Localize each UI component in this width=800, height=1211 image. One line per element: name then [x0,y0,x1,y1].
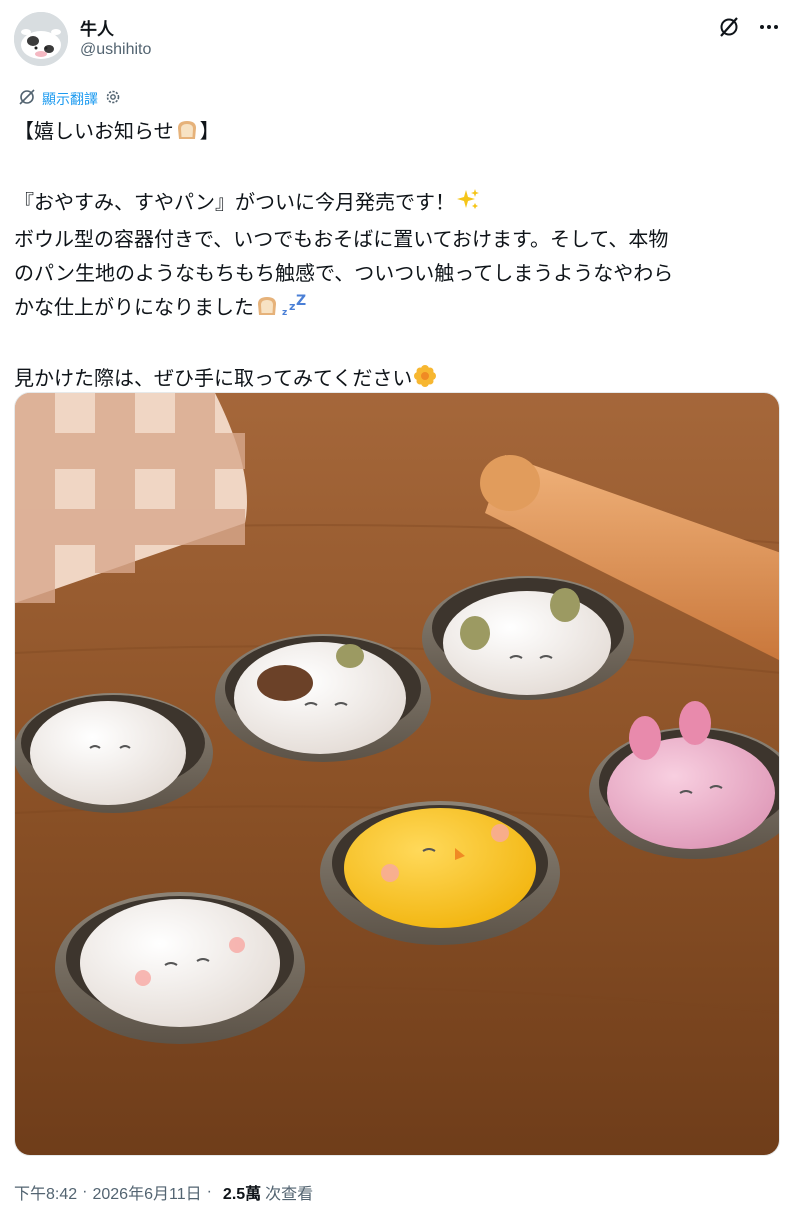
tweet-line-1: 【嬉しいお知らせ】 [14,114,784,151]
author-display-name[interactable]: 牛人 [80,15,114,40]
tweet-line-2: 『おやすみ、すやパン』がついに今月発売です！ [14,185,784,222]
author-avatar[interactable] [14,12,68,66]
grok-slash-icon[interactable] [716,14,742,40]
translate-row: 顯示翻譯 [18,88,122,110]
tweet-line-4: のパン生地のようなもちもち触感で、ついつい触ってしまうようなやわら [14,261,674,285]
more-dots-icon[interactable] [756,14,782,40]
sparkles-emoji [456,188,480,222]
gear-icon[interactable] [104,88,122,110]
tweet-photo[interactable] [14,392,780,1156]
cow-avatar-icon [14,12,68,66]
meta-separator: · [82,1183,88,1200]
view-count-label: 次查看 [265,1186,314,1203]
svg-text:z: z [282,308,287,317]
tweet-line-5: かな仕上がりになりました z z Z [14,290,784,327]
tweet-line-3: ボウル型の容器付きで、いつでもおそばに置いておけます。そして、本物 [14,227,669,251]
svg-text:Z: Z [296,293,306,309]
svg-text:z: z [289,300,295,313]
tweet-date[interactable]: 2026年6月11日 [92,1180,201,1204]
zzz-emoji: zzZ [281,293,307,327]
tweet-header: 牛人 @ushihito [14,10,786,70]
view-count[interactable]: 2.5萬 [223,1180,261,1204]
meta-separator-2: · [206,1183,212,1200]
bread-emoji [175,117,199,151]
translate-icon [18,88,36,110]
tweet-meta: 下午8:42 · 2026年6月11日 · 2.5萬 次查看 [14,1180,313,1204]
author-handle[interactable]: @ushihito [80,41,151,59]
tweet-text: 【嬉しいお知らせ】 『おやすみ、すやパン』がついに今月発売です！ ボウル型の容器… [14,114,784,398]
bread-emoji-2 [255,293,279,327]
translate-link[interactable]: 顯示翻譯 [42,89,98,109]
tweet-time[interactable]: 下午8:42 [14,1180,77,1204]
